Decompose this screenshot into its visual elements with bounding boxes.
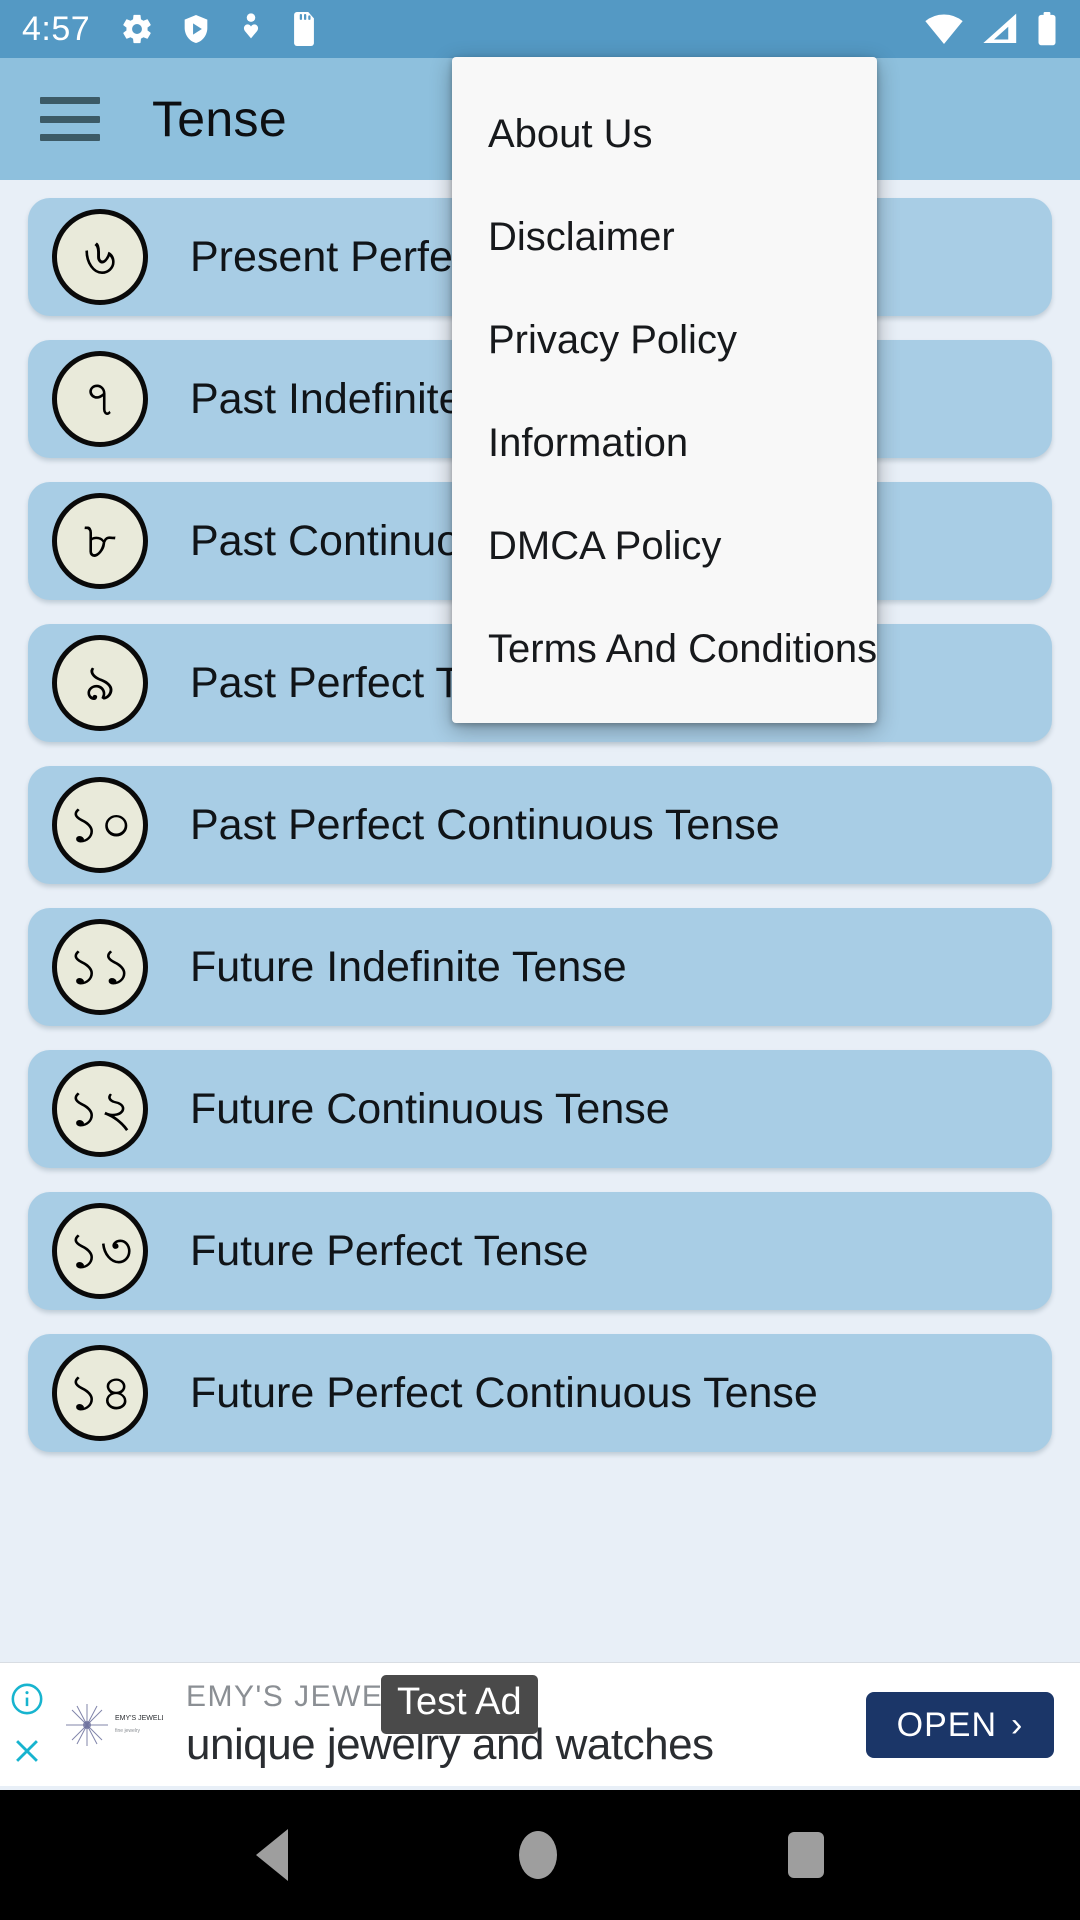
app-screen: 4:57 Tense ৬ Present Perfect ৭ Past Inde…	[0, 0, 1080, 1920]
battery-icon	[1038, 12, 1056, 46]
list-item[interactable]: ১২ Future Continuous Tense	[28, 1050, 1052, 1168]
hamburger-line	[40, 97, 100, 104]
heart-person-icon	[244, 13, 259, 39]
menu-item-information[interactable]: Information	[452, 392, 877, 495]
ad-advertiser-logo: EMY'S JEWELLERY fine jewelry	[48, 1682, 168, 1768]
list-item-label: Future Indefinite Tense	[190, 942, 627, 991]
list-item[interactable]: ১০ Past Perfect Continuous Tense	[28, 766, 1052, 884]
list-item-label: Future Perfect Continuous Tense	[190, 1368, 818, 1417]
item-number-badge: ১১	[52, 919, 148, 1015]
ad-controls	[0, 1663, 48, 1786]
svg-text:fine jewelry: fine jewelry	[115, 1728, 141, 1734]
menu-item-label: DMCA Policy	[488, 524, 722, 568]
nav-back-button[interactable]	[255, 1829, 288, 1881]
status-bar-system-icons	[924, 12, 1058, 46]
menu-item-dmca-policy[interactable]: DMCA Policy	[452, 495, 877, 598]
back-triangle-icon	[255, 1829, 288, 1881]
gear-icon	[123, 14, 151, 44]
menu-item-privacy-policy[interactable]: Privacy Policy	[452, 289, 877, 392]
nav-recents-button[interactable]	[788, 1832, 825, 1878]
item-number-badge: ৯	[52, 635, 148, 731]
recent-square-icon	[788, 1832, 825, 1878]
cell-signal-icon	[983, 13, 1017, 43]
close-icon[interactable]	[10, 1734, 44, 1768]
list-item-label: Future Perfect Tense	[190, 1226, 589, 1275]
ad-open-label: OPEN	[896, 1705, 998, 1744]
item-number-badge: ১২	[52, 1061, 148, 1157]
wifi-icon	[925, 14, 963, 44]
ad-test-label: Test Ad	[381, 1675, 538, 1734]
menu-item-disclaimer[interactable]: Disclaimer	[452, 186, 877, 289]
sd-card-icon	[294, 12, 315, 46]
menu-item-label: About Us	[488, 112, 653, 156]
menu-item-label: Disclaimer	[488, 215, 675, 259]
home-circle-icon	[518, 1831, 557, 1879]
list-item-label: Future Continuous Tense	[190, 1084, 670, 1133]
status-bar-clock: 4:57	[22, 9, 91, 48]
ad-open-button[interactable]: OPEN ›	[866, 1692, 1054, 1758]
item-number-badge: ১৪	[52, 1345, 148, 1441]
status-bar-notification-icons	[120, 12, 318, 46]
hamburger-line	[40, 134, 100, 141]
nav-home-button[interactable]	[518, 1831, 557, 1879]
item-number-badge: ৬	[52, 209, 148, 305]
overflow-menu: About Us Disclaimer Privacy Policy Infor…	[452, 57, 877, 723]
list-item[interactable]: ১৪ Future Perfect Continuous Tense	[28, 1334, 1052, 1452]
menu-item-label: Information	[488, 421, 689, 465]
status-bar: 4:57	[0, 0, 1080, 58]
info-icon[interactable]	[10, 1682, 44, 1716]
hamburger-line	[40, 115, 100, 123]
play-protect-icon	[184, 15, 208, 43]
menu-item-about-us[interactable]: About Us	[452, 83, 877, 186]
item-number-badge: ১০	[52, 777, 148, 873]
list-item-label: Past Perfect Continuous Tense	[190, 800, 780, 849]
chevron-right-icon: ›	[1011, 1705, 1024, 1744]
hamburger-menu-icon[interactable]	[40, 97, 100, 141]
menu-item-label: Privacy Policy	[488, 318, 737, 362]
page-title: Tense	[152, 91, 287, 147]
item-number-badge: ৮	[52, 493, 148, 589]
android-navigation-bar	[0, 1790, 1080, 1920]
item-number-badge: ৭	[52, 351, 148, 447]
item-number-badge: ১৩	[52, 1203, 148, 1299]
svg-text:EMY'S JEWELLERY: EMY'S JEWELLERY	[115, 1715, 163, 1722]
list-item[interactable]: ১১ Future Indefinite Tense	[28, 908, 1052, 1026]
list-item[interactable]: ১৩ Future Perfect Tense	[28, 1192, 1052, 1310]
menu-item-label: Terms And Conditions	[488, 627, 878, 671]
menu-item-terms-and-conditions[interactable]: Terms And Conditions	[452, 598, 877, 701]
